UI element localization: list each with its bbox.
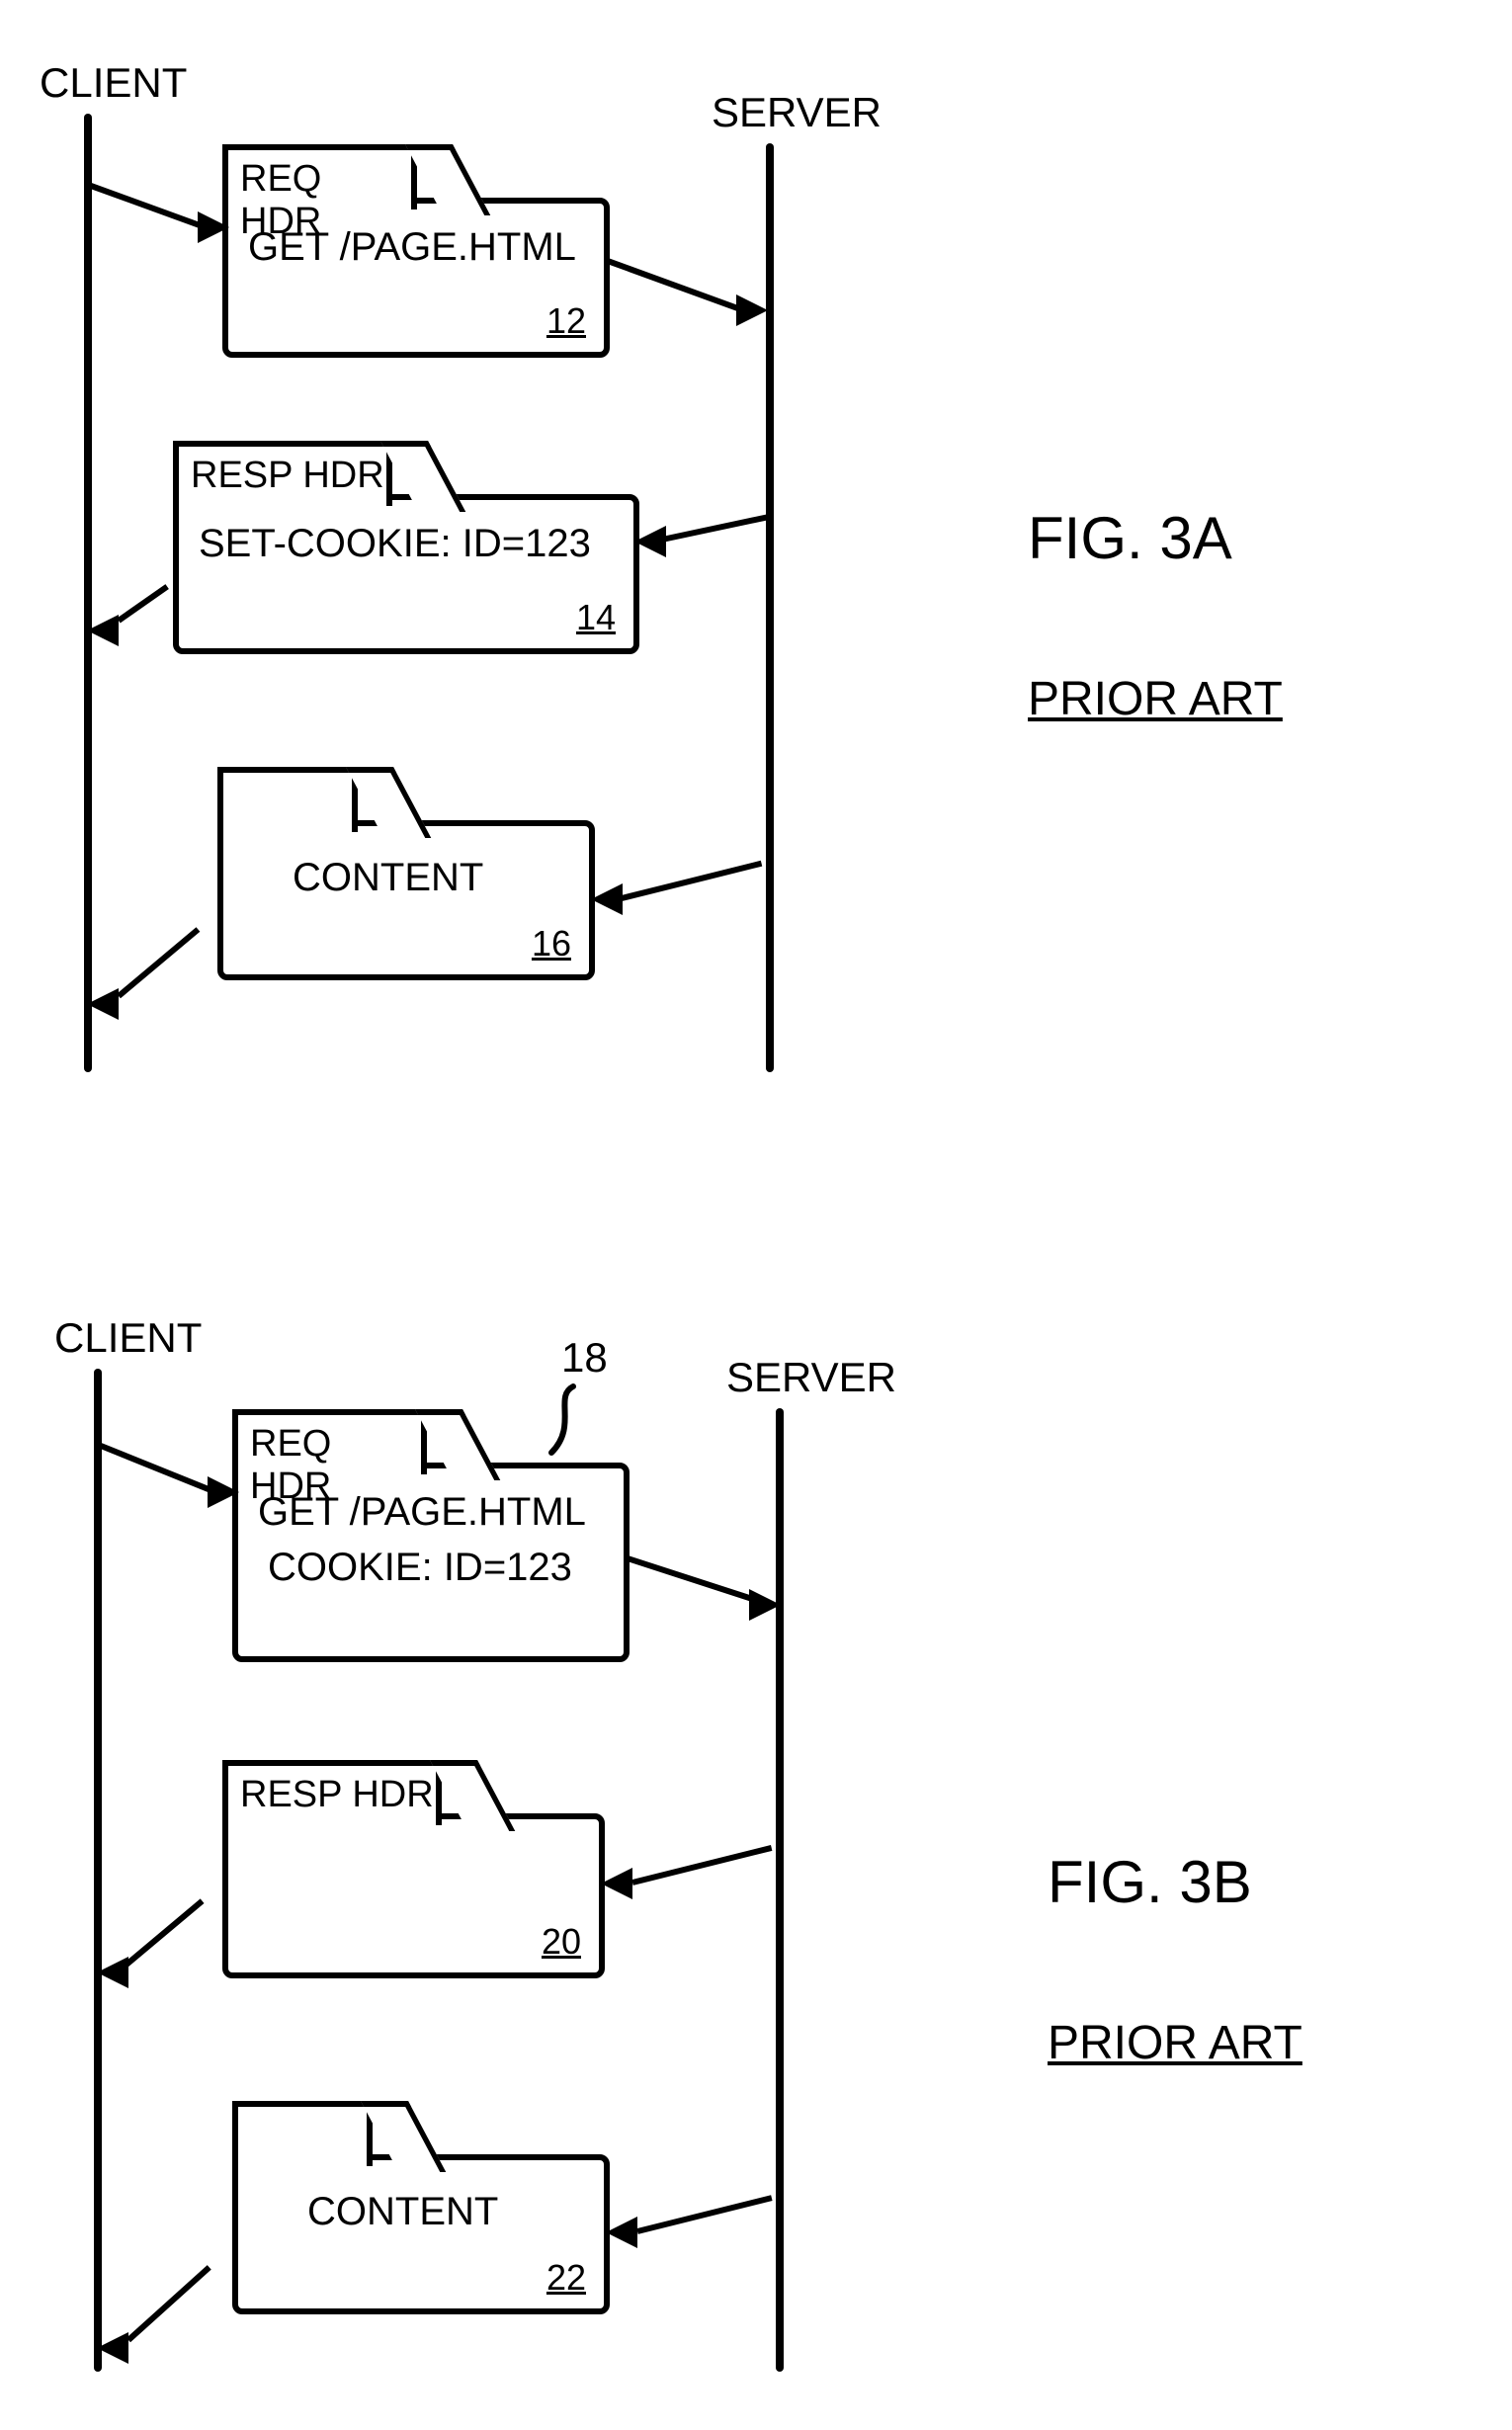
server-lifeline <box>766 143 774 1072</box>
arrow-head <box>208 1476 239 1508</box>
arrow <box>117 927 200 998</box>
fig-3b-title: FIG. 3B <box>1048 1848 1252 1916</box>
arrow-head <box>591 883 623 915</box>
content-line1: CONTENT <box>307 2190 498 2234</box>
arrow <box>604 257 750 315</box>
request-box-18: REQ HDR GET /PAGE.HTML COOKIE: ID=123 <box>232 1463 630 1662</box>
client-label: CLIENT <box>54 1314 202 1362</box>
ref-16: 16 <box>532 923 571 964</box>
client-lifeline <box>84 114 92 1072</box>
server-label: SERVER <box>712 89 882 136</box>
arrow <box>636 2195 772 2234</box>
client-lifeline <box>94 1369 102 2372</box>
req-tab-label: REQ HDR <box>240 158 411 243</box>
arrow <box>631 1845 772 1885</box>
arrow-head <box>87 615 119 646</box>
ref-14: 14 <box>576 597 616 638</box>
content-line1: CONTENT <box>293 856 483 900</box>
arrow <box>661 515 767 543</box>
arrow <box>90 183 212 232</box>
resp-tab-label: RESP HDR <box>240 1774 434 1816</box>
server-lifeline <box>776 1408 784 2372</box>
resp-tab-label: RESP HDR <box>191 455 384 497</box>
client-label: CLIENT <box>40 59 187 107</box>
arrow-head <box>634 526 666 557</box>
arrow <box>617 861 762 902</box>
request-box-12: REQ HDR GET /PAGE.HTML 12 <box>222 198 610 358</box>
arrow-head <box>736 294 768 326</box>
content-box-22: CONTENT 22 <box>232 2154 610 2314</box>
server-label: SERVER <box>726 1354 896 1401</box>
prior-art-3b: PRIOR ART <box>1048 2016 1302 2070</box>
response-box-20: RESP HDR 20 <box>222 1813 605 1978</box>
arrow <box>117 584 169 623</box>
prior-art-3a: PRIOR ART <box>1028 672 1283 726</box>
figure-3a: CLIENT SERVER REQ HDR GET /PAGE.HTML 12 … <box>0 0 1512 1117</box>
ref-20: 20 <box>542 1921 581 1963</box>
arrow <box>100 1443 221 1496</box>
arrow-head <box>749 1589 781 1621</box>
req-tab-label: REQ HDR <box>250 1423 421 1508</box>
content-box-16: CONTENT 16 <box>217 820 595 980</box>
req-line2: COOKIE: ID=123 <box>268 1546 572 1590</box>
arrow-head <box>87 988 119 1020</box>
arrow-head <box>97 2332 128 2364</box>
ref-22: 22 <box>546 2257 586 2299</box>
ref-12: 12 <box>546 300 586 342</box>
arrow-head <box>606 2217 637 2248</box>
arrow <box>126 2265 211 2342</box>
arrow-head <box>198 211 229 243</box>
s-ref-arrow-icon <box>534 1382 583 1461</box>
arrow <box>125 1898 204 1967</box>
figure-3b: CLIENT SERVER REQ HDR GET /PAGE.HTML COO… <box>0 1275 1512 2411</box>
fig-3a-title: FIG. 3A <box>1028 504 1232 572</box>
response-box-14: RESP HDR SET-COOKIE: ID=123 14 <box>173 494 639 654</box>
resp-line1: SET-COOKIE: ID=123 <box>199 522 591 566</box>
arrow-head <box>601 1868 632 1899</box>
callout-18: 18 <box>561 1334 608 1382</box>
arrow-head <box>97 1957 128 1988</box>
